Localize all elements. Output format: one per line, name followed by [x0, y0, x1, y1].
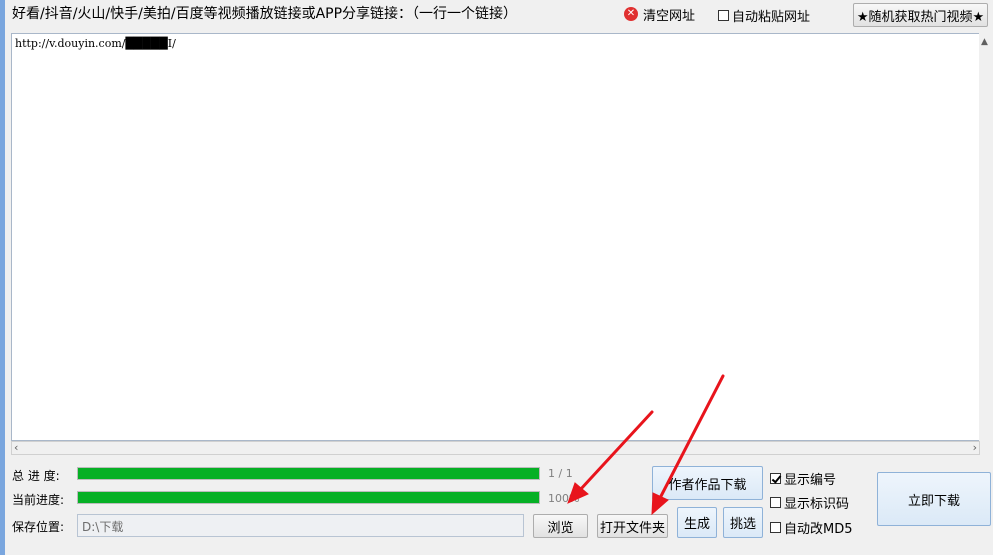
pick-button[interactable]: 挑选 [723, 507, 763, 538]
auto-md5-checkbox[interactable]: 自动改MD5 [770, 518, 853, 537]
auto-paste-checkbox[interactable]: 自动粘贴网址 [718, 6, 810, 25]
clear-urls-label: 清空网址 [643, 8, 696, 24]
current-progress-bar [77, 491, 540, 504]
download-now-button[interactable]: 立即下载 [877, 472, 991, 526]
browse-button[interactable]: 浏览 [533, 514, 588, 538]
total-progress-label: 总 进 度: [12, 469, 60, 483]
scroll-left-arrow-icon[interactable]: ‹ [14, 441, 18, 454]
clear-urls-button[interactable]: ✕ 清空网址 [624, 5, 696, 24]
url-text: http://v.douyin.com/█████I/ [15, 37, 176, 50]
total-progress-value: 1 / 1 [548, 467, 573, 480]
generate-button[interactable]: 生成 [677, 507, 717, 538]
save-path-input[interactable]: D:\下载 [77, 514, 524, 537]
current-progress-label: 当前进度: [12, 493, 65, 507]
vertical-scrollbar[interactable]: ▲ [979, 33, 993, 455]
author-works-download-button[interactable]: 作者作品下载 [652, 466, 763, 500]
show-watermark-label: 显示标识码 [784, 497, 850, 512]
current-progress-value: 100% [548, 492, 580, 505]
window-left-edge [0, 0, 5, 555]
save-location-label: 保存位置: [12, 520, 65, 534]
clear-x-icon: ✕ [624, 7, 638, 21]
scroll-right-arrow-icon[interactable]: › [973, 441, 977, 454]
auto-md5-label: 自动改MD5 [784, 522, 853, 537]
auto-paste-label: 自动粘贴网址 [732, 10, 811, 25]
checkbox-checked-icon[interactable] [770, 473, 781, 484]
random-hot-video-button[interactable]: ★随机获取热门视频★ [853, 3, 988, 27]
show-number-label: 显示编号 [784, 473, 837, 488]
total-progress-bar [77, 467, 540, 480]
url-textarea[interactable]: http://v.douyin.com/█████I/ [11, 33, 980, 441]
checkbox-icon[interactable] [770, 522, 781, 533]
horizontal-scrollbar[interactable]: ‹ › [11, 441, 980, 455]
open-folder-button[interactable]: 打开文件夹 [597, 514, 668, 538]
show-number-checkbox[interactable]: 显示编号 [770, 469, 836, 488]
current-progress-fill [78, 492, 539, 503]
total-progress-fill [78, 468, 539, 479]
checkbox-icon[interactable] [770, 497, 781, 508]
scroll-up-arrow-icon[interactable]: ▲ [981, 37, 988, 47]
url-input-label: 好看/抖音/火山/快手/美拍/百度等视频播放链接或APP分享链接：（一行一个链接… [12, 6, 518, 22]
show-watermark-checkbox[interactable]: 显示标识码 [770, 493, 849, 512]
checkbox-icon[interactable] [718, 10, 729, 21]
